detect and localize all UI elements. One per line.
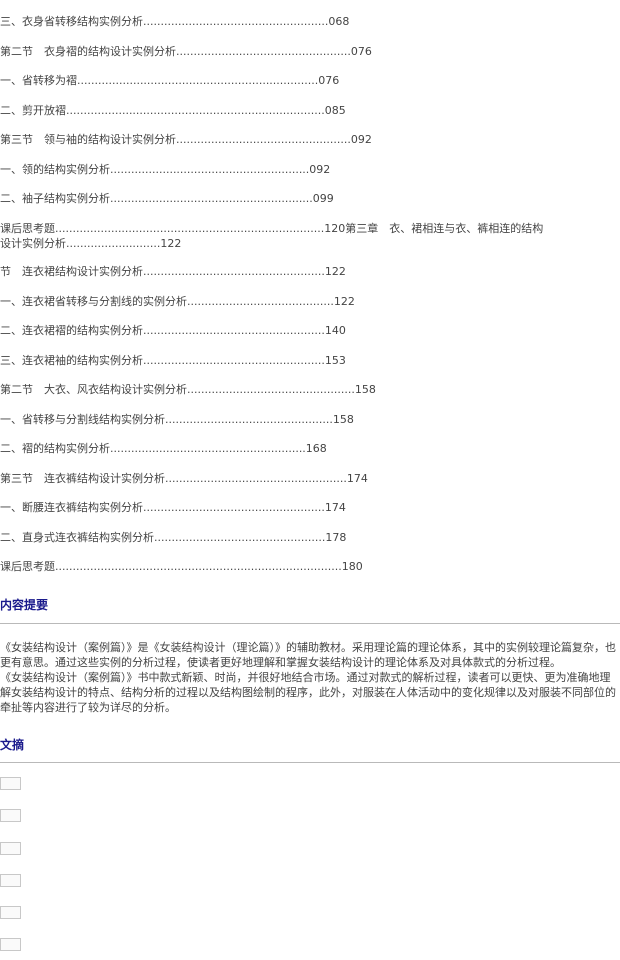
toc-entry: 课后思考题...................................… xyxy=(0,222,544,250)
toc-entry: 二、直身式连衣裤结构实例分析..........................… xyxy=(0,531,347,544)
toc-entry: 第三节 领与袖的结构设计实例分析........................… xyxy=(0,133,372,146)
toc-entry: 课后思考题...................................… xyxy=(0,560,363,573)
broken-image-placeholder xyxy=(0,874,21,887)
toc-entry: 第二节 大衣、风衣结构设计实例分析.......................… xyxy=(0,383,376,396)
toc-entry: 一、省转移与分割线结构实例分析.........................… xyxy=(0,413,354,426)
broken-image-placeholder xyxy=(0,906,21,919)
toc-entry: 三、衣身省转移结构实例分析...........................… xyxy=(0,15,350,28)
broken-image-placeholder xyxy=(0,842,21,855)
broken-image-placeholder xyxy=(0,777,21,790)
summary-paragraph: 《女装结构设计（案例篇）》书中款式新颖、时尚，并很好地结合市场。通过对款式的解析… xyxy=(0,671,616,714)
toc-entry: 第二节 衣身褶的结构设计实例分析........................… xyxy=(0,45,372,58)
toc-entry: 一、连衣裙省转移与分割线的实例分析.......................… xyxy=(0,295,355,308)
section-divider xyxy=(0,623,620,624)
broken-image-placeholder xyxy=(0,809,21,822)
toc-entry: 第三节 连衣裤结构设计实例分析.........................… xyxy=(0,472,368,485)
toc-entry: 二、连衣裙褶的结构实例分析...........................… xyxy=(0,324,346,337)
toc-entry: 三、连衣裙袖的结构实例分析...........................… xyxy=(0,354,346,367)
toc-entry: 一、断腰连衣裤结构实例分析...........................… xyxy=(0,501,346,514)
toc-entry: 二、褶的结构实例分析..............................… xyxy=(0,442,327,455)
summary-heading: 内容提要 xyxy=(0,598,49,612)
toc-entry: 二、袖子结构实例分析..............................… xyxy=(0,192,334,205)
toc-entry: 二、剪开放褶..................................… xyxy=(0,104,346,117)
section-divider xyxy=(0,762,620,763)
toc-entry: 一、省转移为褶.................................… xyxy=(0,74,340,87)
toc-entry: 一、领的结构实例分析..............................… xyxy=(0,163,331,176)
summary-paragraph: 《女装结构设计（案例篇）》是《女装结构设计（理论篇）》的辅助教材。采用理论篇的理… xyxy=(0,641,616,669)
toc-entry: 节 连衣裙结构设计实例分析...........................… xyxy=(0,265,346,278)
summary-text: 《女装结构设计（案例篇）》是《女装结构设计（理论篇）》的辅助教材。采用理论篇的理… xyxy=(0,640,620,715)
broken-image-placeholder xyxy=(0,938,21,951)
excerpt-heading: 文摘 xyxy=(0,738,25,752)
